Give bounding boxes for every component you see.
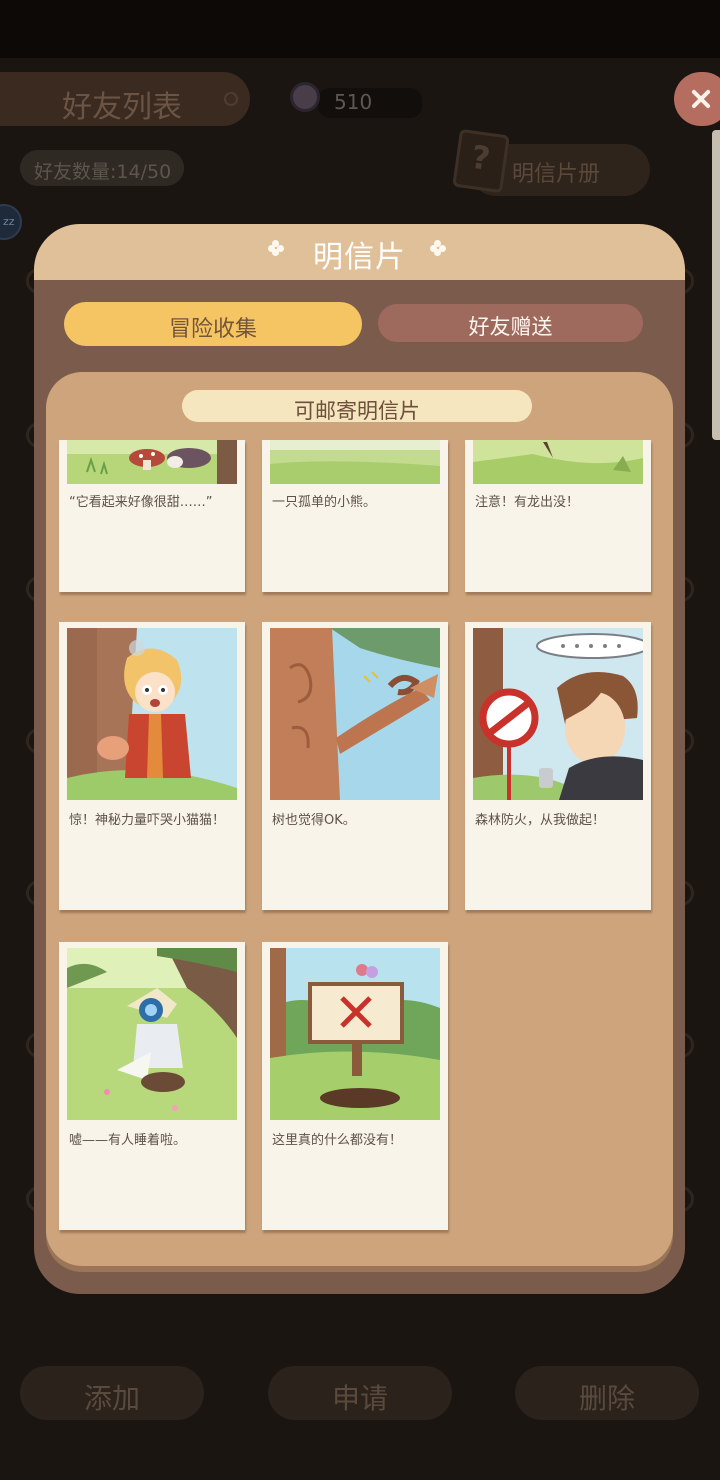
- postcard[interactable]: “它看起来好像很甜……”: [59, 440, 245, 592]
- postcard[interactable]: 这里真的什么都没有！: [262, 942, 448, 1230]
- title-dot-icon: [224, 92, 238, 106]
- section-title: 可邮寄明信片: [294, 399, 420, 423]
- postcard-image: [67, 628, 237, 800]
- delete-friend-button: 删除: [515, 1366, 699, 1420]
- postcard-caption: “它看起来好像很甜……”: [69, 495, 213, 510]
- add-friend-label: 添加: [83, 1382, 140, 1415]
- requests-button: 申请: [268, 1366, 452, 1420]
- friend-list-title-bar: 好友列表: [0, 72, 250, 126]
- postcard-image: [270, 440, 440, 484]
- requests-label: 申请: [331, 1382, 388, 1415]
- postcard-image: [270, 628, 440, 800]
- delete-friend-label: 删除: [578, 1382, 635, 1415]
- friend-list-title: 好友列表: [62, 90, 182, 125]
- postcard[interactable]: 森林防火，从我做起！: [465, 622, 651, 910]
- question-card-icon: ?: [452, 128, 510, 194]
- currency-value: 510: [334, 90, 373, 114]
- header-wave-edge: [34, 274, 685, 282]
- postcard-grid[interactable]: “它看起来好像很甜……” 一只孤单的小熊。 注意！有龙出没！ 惊！神秘力量吓哭小…: [46, 440, 673, 1266]
- section-title-pill: 可邮寄明信片: [182, 390, 532, 423]
- tab-adventure-label: 冒险收集: [168, 317, 257, 342]
- postcard[interactable]: 惊！神秘力量吓哭小猫猫！: [59, 622, 245, 910]
- postcard-list-panel[interactable]: 可邮寄明信片 “它看起来好像很甜……” 一只孤单的小熊。 注意！有龙出没！ 惊！…: [46, 372, 673, 1266]
- postcard-caption: 惊！神秘力量吓哭小猫猫！: [69, 813, 226, 828]
- postcard-panel: 明信片 冒险收集 好友赠送 可邮寄明信片 “它看起来好像很甜……” 一只孤单的小…: [34, 224, 685, 1294]
- postcard-caption: 一只孤单的小熊。: [272, 495, 377, 510]
- postcard[interactable]: 嘘——有人睡着啦。: [59, 942, 245, 1230]
- postcard-caption: 树也觉得OK。: [272, 813, 356, 828]
- avatar-badge: zz: [3, 215, 15, 228]
- postcard-image: [67, 948, 237, 1120]
- panel-title: 明信片: [313, 240, 406, 275]
- postcard-caption: 这里真的什么都没有！: [272, 1133, 403, 1148]
- add-friend-button: 添加: [20, 1366, 204, 1420]
- postcard[interactable]: 树也觉得OK。: [262, 622, 448, 910]
- close-icon[interactable]: [674, 72, 720, 126]
- postcard-image: [67, 440, 237, 484]
- friend-count-label: 好友数量:14/50: [34, 161, 172, 183]
- friend-count-badge: 好友数量:14/50: [20, 150, 184, 186]
- postcard-caption: 森林防火，从我做起！: [475, 813, 606, 828]
- tab-adventure-collection[interactable]: 冒险收集: [64, 302, 362, 346]
- postcard-album-label: 明信片册: [512, 162, 601, 187]
- side-drawer-edge: [712, 130, 720, 440]
- postcard-caption: 嘘——有人睡着啦。: [69, 1133, 187, 1148]
- panel-header: 明信片: [34, 224, 685, 280]
- postcard-image: [473, 440, 643, 484]
- postcard[interactable]: 注意！有龙出没！: [465, 440, 651, 592]
- postcard-caption: 注意！有龙出没！: [475, 495, 580, 510]
- postcard-image: [270, 948, 440, 1120]
- tab-friend-gifts[interactable]: 好友赠送: [378, 304, 643, 342]
- flower-icon: [430, 240, 446, 256]
- heart-coin-icon: [290, 82, 320, 112]
- tab-friend-gifts-label: 好友赠送: [468, 315, 553, 339]
- postcard-image: [473, 628, 643, 800]
- postcard[interactable]: 一只孤单的小熊。: [262, 440, 448, 592]
